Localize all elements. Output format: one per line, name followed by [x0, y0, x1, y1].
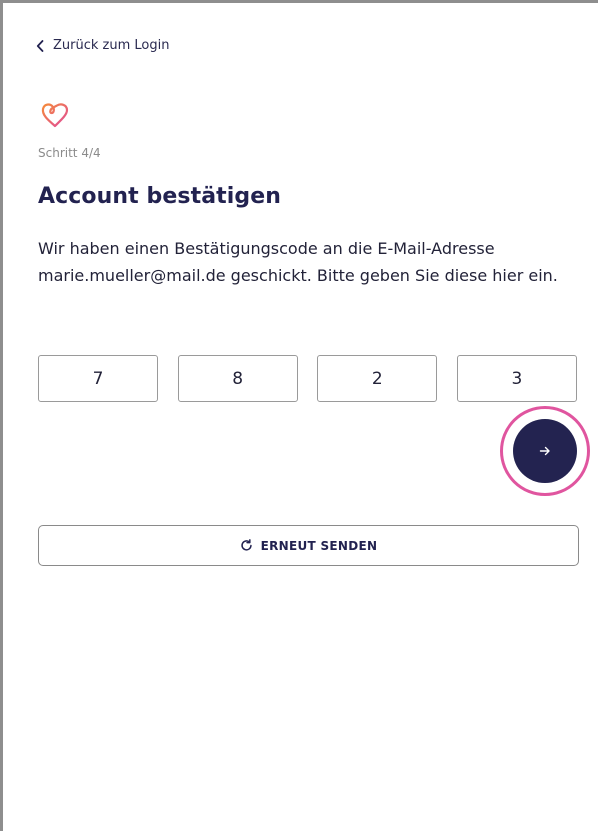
page-title: Account bestätigen: [38, 184, 282, 209]
arrow-right-icon: [539, 446, 550, 456]
verification-code-inputs: 7 8 2 3: [38, 355, 577, 402]
code-digit-2[interactable]: 8: [177, 355, 298, 402]
step-indicator: Schritt 4/4: [38, 146, 101, 160]
submit-highlight-ring: [500, 406, 590, 496]
resend-button[interactable]: ERNEUT SENDEN: [38, 525, 579, 566]
back-to-login-label: Zurück zum Login: [53, 38, 170, 53]
code-digit-4[interactable]: 3: [456, 355, 577, 402]
confirmation-description: Wir haben einen Bestätigungscode an die …: [38, 239, 558, 285]
heart-icon: [41, 103, 69, 128]
chevron-left-icon: [36, 39, 44, 52]
resend-label: ERNEUT SENDEN: [260, 538, 378, 553]
code-digit-3[interactable]: 2: [317, 355, 438, 402]
code-digit-1[interactable]: 7: [38, 355, 158, 402]
back-to-login-link[interactable]: Zurück zum Login: [36, 38, 169, 53]
submit-button[interactable]: [513, 419, 577, 483]
app-frame: Zurück zum Login Schritt 4/4 Account bes…: [0, 0, 598, 831]
refresh-icon: [240, 539, 252, 551]
